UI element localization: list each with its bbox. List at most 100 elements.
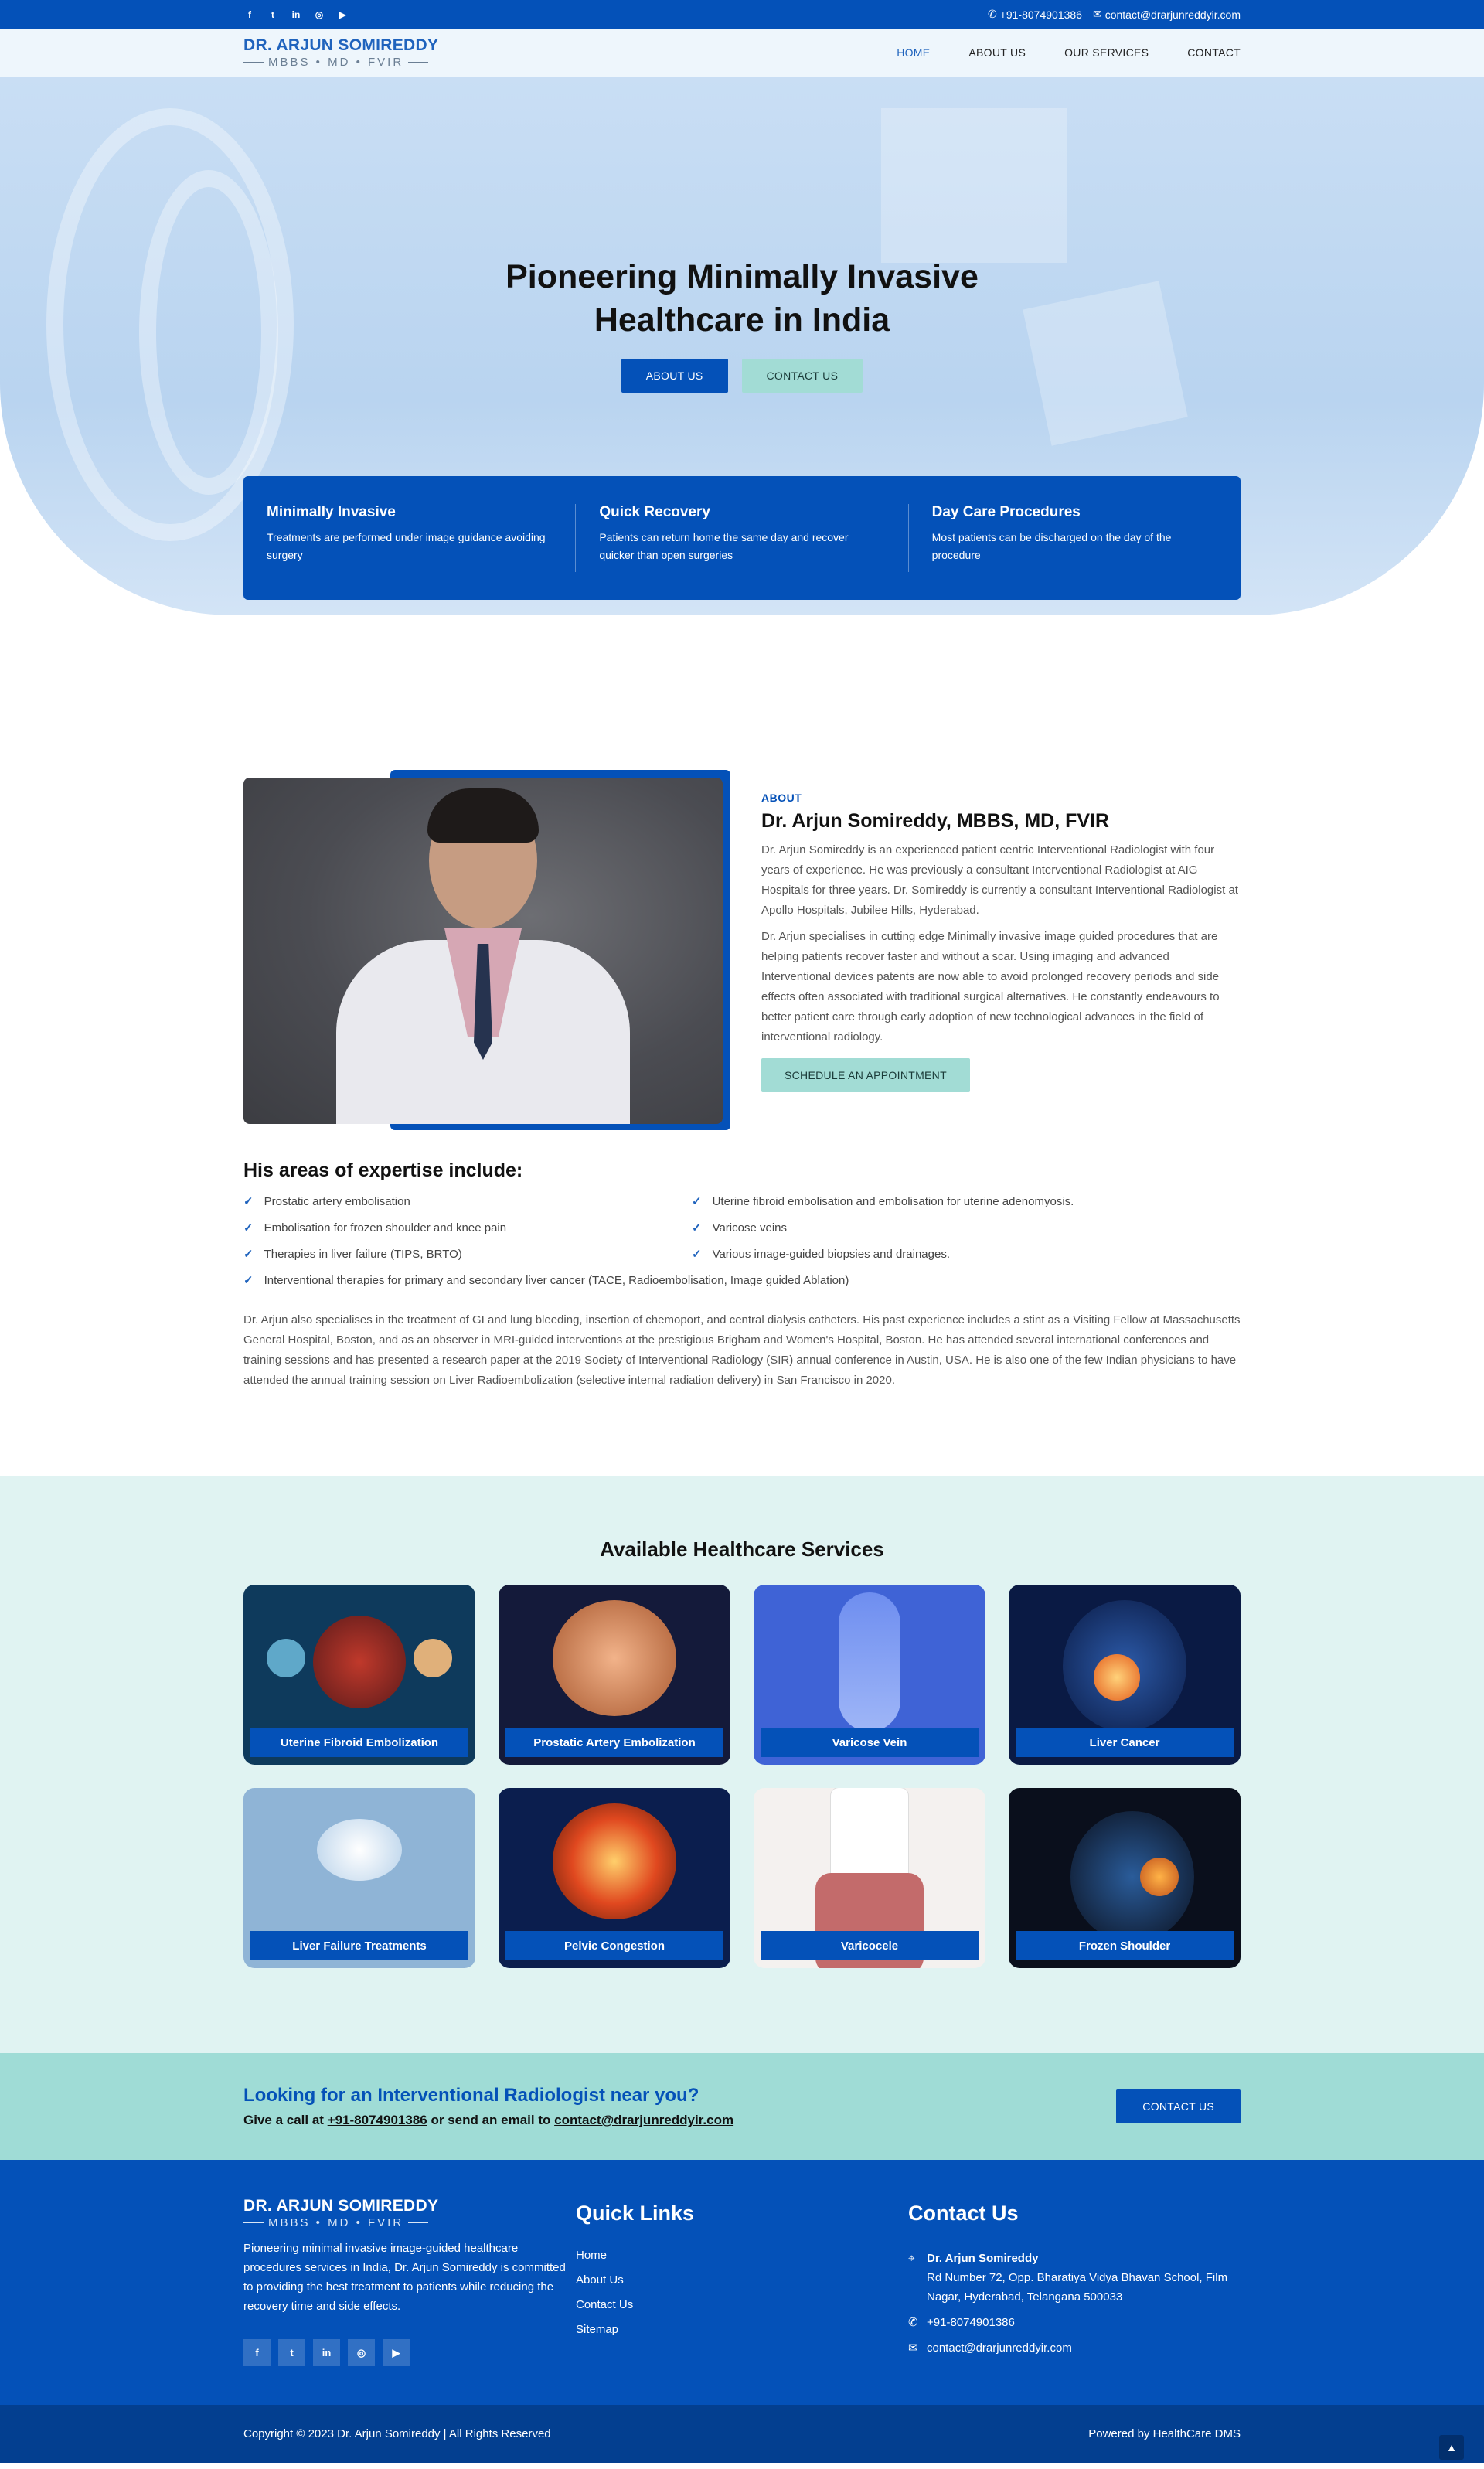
service-card-uterine-fibroid[interactable]: Uterine Fibroid Embolization: [243, 1585, 475, 1765]
contact-us-button[interactable]: CONTACT US: [741, 359, 863, 393]
service-card-prostatic-artery[interactable]: Prostatic Artery Embolization: [499, 1585, 730, 1765]
footer-socials: f t in ◎ ▶: [243, 2339, 576, 2366]
service-label: Liver Cancer: [1016, 1728, 1234, 1757]
list-item: ✓ Therapies in liver failure (TIPS, BRTO): [243, 1247, 692, 1262]
top-phone-link[interactable]: ✆ +91-8074901386: [988, 8, 1082, 21]
youtube-icon[interactable]: ▶: [383, 2339, 410, 2366]
hero-content: Pioneering Minimally Invasive Healthcare…: [0, 255, 1484, 393]
linkedin-icon[interactable]: in: [290, 9, 302, 21]
contact-email-text: contact@drarjunreddyir.com: [927, 2341, 1072, 2355]
expertise-text: Therapies in liver failure (TIPS, BRTO): [264, 1247, 462, 1261]
list-item: ✓ Embolisation for frozen shoulder and kn…: [243, 1221, 692, 1235]
services-grid: Uterine Fibroid Embolization Prostatic A…: [243, 1585, 1241, 1968]
contact-phone-text: +91-8074901386: [927, 2316, 1015, 2329]
check-icon: ✓: [692, 1195, 702, 1208]
footer-contact: Contact Us ⌖ Dr. Arjun Somireddy Rd Numbe…: [908, 2197, 1241, 2366]
expertise-text: Interventional therapies for primary and…: [264, 1273, 849, 1287]
list-item: ✓ Uterine fibroid embolisation and emboli…: [692, 1194, 1241, 1209]
instagram-icon[interactable]: ◎: [313, 9, 325, 21]
copyright-bar: Copyright © 2023 Dr. Arjun Somireddy | A…: [0, 2405, 1484, 2463]
site-logo[interactable]: DR. ARJUN SOMIREDDY MBBS • MD • FVIR: [243, 36, 438, 69]
expertise-title: His areas of expertise include:: [243, 1160, 523, 1181]
youtube-icon[interactable]: ▶: [336, 9, 349, 21]
contact-address-text: Rd Number 72, Opp. Bharatiya Vidya Bhava…: [927, 2271, 1228, 2304]
cta-email-link[interactable]: contact@drarjunreddyir.com: [554, 2113, 733, 2127]
service-label: Varicocele: [761, 1931, 979, 1960]
schedule-appointment-button[interactable]: SCHEDULE AN APPOINTMENT: [761, 1058, 970, 1092]
nav-contact[interactable]: CONTACT: [1187, 46, 1241, 59]
person-shirt-illustration: [831, 1788, 908, 1881]
contact-address: ⌖ Dr. Arjun Somireddy Rd Number 72, Opp. …: [908, 2249, 1241, 2307]
service-card-liver-failure[interactable]: Liver Failure Treatments: [243, 1788, 475, 1968]
site-header: DR. ARJUN SOMIREDDY MBBS • MD • FVIR HOM…: [0, 29, 1484, 77]
feature-text: Most patients can be discharged on the d…: [931, 531, 1172, 561]
instagram-icon[interactable]: ◎: [348, 2339, 375, 2366]
cta-section: Looking for an Interventional Radiologis…: [0, 2053, 1484, 2160]
phone-icon: ✆: [908, 2316, 918, 2329]
cta-mid: or send an email to: [427, 2113, 555, 2127]
cta-pre: Give a call at: [243, 2113, 328, 2127]
service-card-pelvic-congestion[interactable]: Pelvic Congestion: [499, 1788, 730, 1968]
check-icon: ✓: [692, 1248, 702, 1261]
services-section: Available Healthcare Services Uterine Fi…: [0, 1476, 1484, 2053]
top-contact: ✆ +91-8074901386 ✉ contact@drarjunreddyir.…: [988, 8, 1241, 21]
nav-about[interactable]: ABOUT US: [968, 46, 1026, 59]
pelvis-illustration: [553, 1803, 676, 1919]
contact-email[interactable]: ✉ contact@drarjunreddyir.com: [908, 2338, 1241, 2358]
cta-text: Looking for an Interventional Radiologis…: [243, 2085, 733, 2128]
hero-buttons: ABOUT US CONTACT US: [0, 359, 1484, 393]
footer-quick-links: Quick Links Home About Us Contact Us Sit…: [576, 2197, 908, 2366]
logo-name: DR. ARJUN SOMIREDDY: [243, 36, 439, 54]
contact-phone[interactable]: ✆ +91-8074901386: [908, 2313, 1241, 2332]
copyright-text: Copyright © 2023 Dr. Arjun Somireddy | A…: [243, 2427, 551, 2440]
email-icon: ✉: [908, 2341, 918, 2355]
check-icon: ✓: [243, 1195, 254, 1208]
footer-logo-subtitle: MBBS • MD • FVIR: [243, 2216, 576, 2229]
linkedin-icon[interactable]: in: [313, 2339, 340, 2366]
twitter-icon[interactable]: t: [278, 2339, 305, 2366]
footer-link-about[interactable]: About Us: [576, 2273, 908, 2287]
top-email-link[interactable]: ✉ contact@drarjunreddyir.com: [1093, 8, 1241, 21]
feature-minimally-invasive: Minimally Invasive Treatments are perfor…: [243, 504, 577, 572]
nav-services[interactable]: OUR SERVICES: [1064, 46, 1149, 59]
check-icon: ✓: [692, 1221, 702, 1234]
footer-link-contact[interactable]: Contact Us: [576, 2298, 908, 2311]
quick-links-title: Quick Links: [576, 2202, 695, 2225]
facebook-icon[interactable]: f: [243, 2339, 271, 2366]
ovary-illustration: [267, 1639, 305, 1677]
hero-monitor: [881, 108, 1067, 263]
nav-home[interactable]: HOME: [897, 46, 930, 59]
footer-link-sitemap[interactable]: Sitemap: [576, 2323, 908, 2336]
check-icon: ✓: [243, 1221, 254, 1234]
service-card-liver-cancer[interactable]: Liver Cancer: [1009, 1585, 1241, 1765]
cta-contact-button[interactable]: CONTACT US: [1116, 2089, 1241, 2123]
footer-link-home[interactable]: Home: [576, 2249, 908, 2262]
twitter-icon[interactable]: t: [267, 9, 279, 21]
about-text: ABOUT Dr. Arjun Somireddy, MBBS, MD, FVI…: [761, 770, 1241, 1133]
about-eyebrow: ABOUT: [761, 792, 802, 804]
expertise-list: ✓ Prostatic artery embolisation ✓ Uterine …: [243, 1194, 1241, 1288]
footer-logo-name: DR. ARJUN SOMIREDDY: [243, 2197, 439, 2215]
expertise-text: Uterine fibroid embolisation and embolis…: [712, 1194, 1074, 1208]
arrow-up-icon: ▲: [1446, 2441, 1457, 2454]
feature-title: Quick Recovery: [599, 504, 710, 520]
email-icon: ✉: [1092, 8, 1102, 20]
doctor-photo: [243, 778, 723, 1124]
service-card-varicose-vein[interactable]: Varicose Vein: [754, 1585, 985, 1765]
about-us-button[interactable]: ABOUT US: [621, 359, 728, 393]
liver-illustration: [317, 1819, 402, 1881]
footer-about: DR. ARJUN SOMIREDDY MBBS • MD • FVIR Pio…: [243, 2197, 576, 2366]
site-footer: DR. ARJUN SOMIREDDY MBBS • MD • FVIR Pio…: [0, 2160, 1484, 2405]
service-card-varicocele[interactable]: Varicocele: [754, 1788, 985, 1968]
powered-by-text: Powered by HealthCare DMS: [1088, 2427, 1241, 2440]
scroll-to-top-button[interactable]: ▲: [1439, 2435, 1464, 2460]
service-card-frozen-shoulder[interactable]: Frozen Shoulder: [1009, 1788, 1241, 1968]
service-label: Uterine Fibroid Embolization: [250, 1728, 468, 1757]
cta-phone-link[interactable]: +91-8074901386: [328, 2113, 427, 2127]
expertise-text: Embolisation for frozen shoulder and kne…: [264, 1221, 507, 1234]
facebook-icon[interactable]: f: [243, 9, 256, 21]
service-label: Frozen Shoulder: [1016, 1931, 1234, 1960]
contact-name: Dr. Arjun Somireddy: [927, 2252, 1039, 2265]
leg-illustration: [839, 1592, 900, 1732]
services-title: Available Healthcare Services: [600, 1538, 884, 1561]
